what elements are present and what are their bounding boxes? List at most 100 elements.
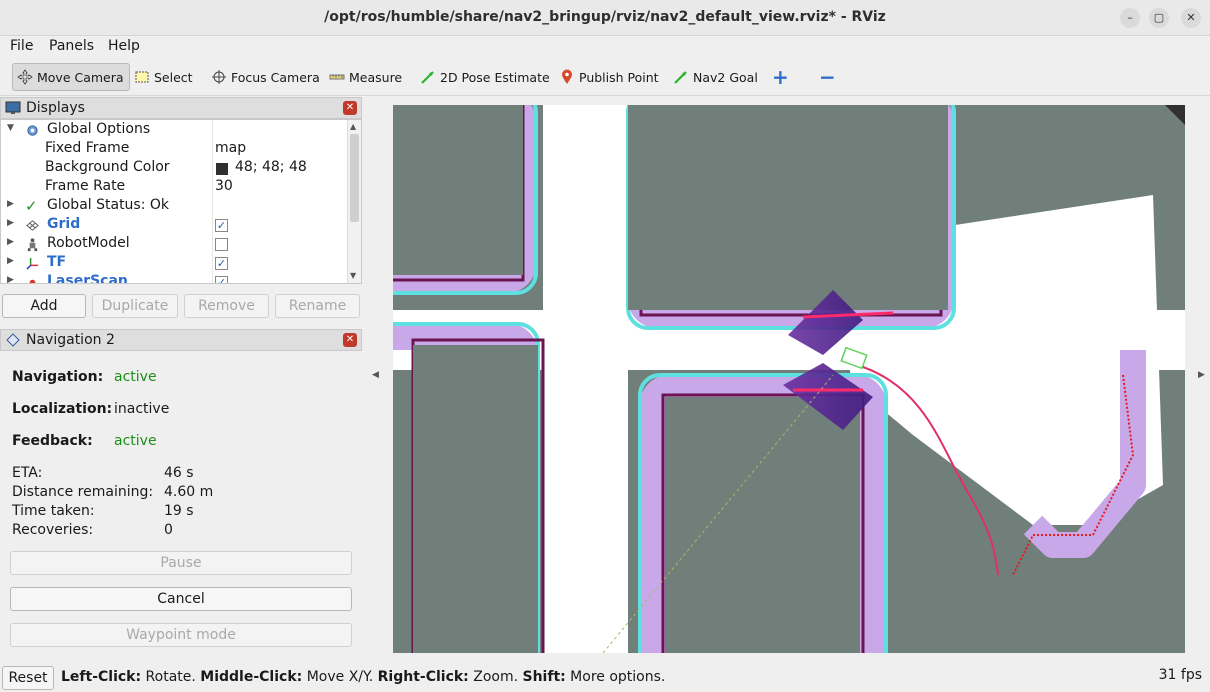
global-options-label: Global Options [47,121,151,137]
expand-arrow-icon[interactable]: ▶ [7,256,14,266]
close-navigation-button[interactable]: ✕ [343,333,357,347]
background-color-value[interactable]: 48; 48; 48 [235,159,307,175]
rename-display-button[interactable]: Rename [275,294,360,318]
select-label: Select [154,69,193,85]
close-displays-button[interactable]: ✕ [343,101,357,115]
menu-help[interactable]: Help [108,38,140,54]
hint-middle-click-key: Middle-Click: [200,669,303,685]
nav2-goal-label: Nav2 Goal [693,69,758,85]
pose-estimate-label: 2D Pose Estimate [440,69,550,85]
hint-shift-val: More options. [565,669,666,685]
add-display-button[interactable]: Add [2,294,86,318]
left-splitter-handle[interactable]: ◀ [372,370,380,410]
tf-checkbox[interactable]: ✓ [215,257,228,270]
grid-icon [26,220,39,231]
measure-icon [329,74,345,80]
time-taken-value: 19 s [164,503,194,519]
scroll-down-icon[interactable]: ▼ [350,271,356,280]
mouse-hint: Left-Click: Rotate. Middle-Click: Move X… [61,669,665,685]
expand-arrow-icon[interactable]: ▶ [7,237,14,247]
select-tool[interactable]: Select [130,63,197,91]
checkmark-icon: ✓ [25,197,38,215]
hint-right-click-key: Right-Click: [377,669,469,685]
focus-camera-tool[interactable]: Focus Camera [207,63,324,91]
tree-row-fixed-frame[interactable]: Fixed Frame map [1,140,347,159]
displays-panel-header: Displays ✕ [0,97,362,119]
cancel-button[interactable]: Cancel [10,587,352,611]
nav2-goal-tool[interactable]: Nav2 Goal [669,63,762,91]
waypoint-mode-button[interactable]: Waypoint mode [10,623,352,647]
maximize-button[interactable]: ▢ [1149,8,1169,28]
menu-panels[interactable]: Panels [49,38,94,54]
recoveries-label: Recoveries: [12,522,94,538]
fixed-frame-label: Fixed Frame [45,140,130,156]
duplicate-display-button[interactable]: Duplicate [92,294,178,318]
scrollbar-thumb[interactable] [350,134,359,222]
map-pin-icon [562,69,572,84]
select-icon [135,71,149,83]
distance-label: Distance remaining: [12,484,154,500]
robot-icon [27,238,38,252]
feedback-status-label: Feedback: [12,433,93,449]
displays-tree: ▼ Global Options Fixed Frame map Backgro… [0,119,362,284]
remove-tool-button[interactable]: − [815,63,840,91]
nav2-goal-icon [674,71,687,84]
focus-camera-label: Focus Camera [231,69,320,85]
expand-arrow-icon[interactable]: ▶ [7,218,14,228]
publish-point-label: Publish Point [579,69,659,85]
publish-point-tool[interactable]: Publish Point [555,63,663,91]
robot-model-label: RobotModel [47,235,130,251]
feedback-status-value: active [114,433,157,449]
eta-label: ETA: [12,465,43,481]
scroll-up-icon[interactable]: ▲ [350,122,356,131]
laser-scan-checkbox[interactable]: ✓ [215,276,228,283]
right-splitter-handle[interactable]: ▶ [1198,370,1206,410]
pause-button[interactable]: Pause [10,551,352,575]
displays-title: Displays [26,100,85,116]
minimize-button[interactable]: – [1120,8,1140,28]
tree-row-global-status[interactable]: ▶ ✓ Global Status: Ok [1,197,347,216]
remove-display-button[interactable]: Remove [184,294,269,318]
collapse-arrow-icon[interactable]: ▼ [7,123,14,133]
frame-rate-value[interactable]: 30 [215,178,233,194]
tree-row-laser-scan[interactable]: ▶ LaserScan ✓ [1,273,347,284]
navigation-panel-header: Navigation 2 ✕ [0,329,362,351]
pose-estimate-icon [421,71,434,84]
render-view[interactable] [393,105,1185,653]
tree-row-frame-rate[interactable]: Frame Rate 30 [1,178,347,197]
toolbar: Move Camera Select Focus Camera Measure … [0,59,1210,96]
move-camera-tool[interactable]: Move Camera [12,63,130,91]
close-window-button[interactable]: ✕ [1181,8,1201,28]
hint-shift-key: Shift: [522,669,566,685]
hint-middle-click-val: Move X/Y. [302,669,378,685]
tree-row-robot-model[interactable]: ▶ RobotModel [1,235,347,254]
tree-row-background-color[interactable]: Background Color 48; 48; 48 [1,159,347,178]
expand-arrow-icon[interactable]: ▶ [7,275,14,283]
grid-checkbox[interactable]: ✓ [215,219,228,232]
menu-file[interactable]: File [10,38,33,54]
focus-camera-icon [212,70,226,84]
grid-label: Grid [47,216,81,232]
add-tool-button[interactable]: + [768,63,793,91]
laser-scan-label: LaserScan [47,273,128,284]
navigation-title: Navigation 2 [26,332,115,348]
tree-row-grid[interactable]: ▶ Grid ✓ [1,216,347,235]
navigation-status-value: active [114,369,157,385]
fps-counter: 31 fps [1158,667,1202,683]
displays-scrollbar[interactable]: ▲ ▼ [347,120,361,283]
menu-bar: File Panels Help [0,36,1210,58]
color-swatch [216,163,228,175]
global-status-label: Global Status: Ok [47,197,170,213]
tree-row-global-options[interactable]: ▼ Global Options [1,121,347,140]
hint-left-click-val: Rotate. [141,669,201,685]
pose-estimate-tool[interactable]: 2D Pose Estimate [416,63,554,91]
title-bar: /opt/ros/humble/share/nav2_bringup/rviz/… [0,0,1210,36]
expand-arrow-icon[interactable]: ▶ [7,199,14,209]
tree-row-tf[interactable]: ▶ TF ✓ [1,254,347,273]
reset-button[interactable]: Reset [2,666,54,690]
robot-model-checkbox[interactable] [215,238,228,251]
fixed-frame-value[interactable]: map [215,140,246,156]
laser-scan-icon [29,279,36,283]
measure-tool[interactable]: Measure [325,63,406,91]
frame-rate-label: Frame Rate [45,178,126,194]
